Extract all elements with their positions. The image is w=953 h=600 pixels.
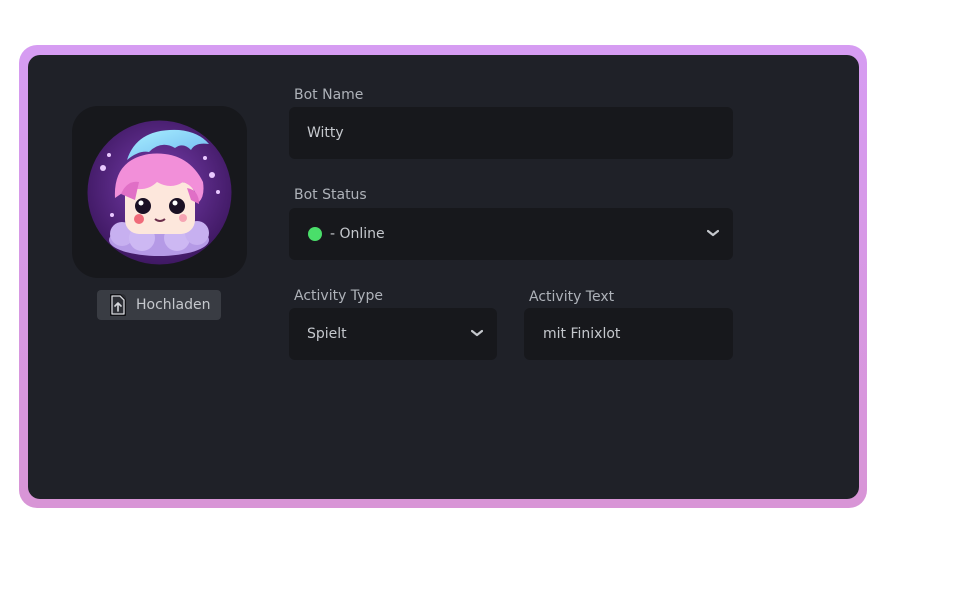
activity-text-label: Activity Text bbox=[529, 289, 615, 305]
status-dot-icon bbox=[308, 227, 322, 241]
bot-name-label: Bot Name bbox=[294, 87, 364, 103]
chevron-down-icon bbox=[707, 229, 719, 237]
chevron-down-icon bbox=[471, 329, 483, 337]
bot-status-select[interactable]: - Online bbox=[289, 208, 733, 260]
settings-card-frame: Hochladen Bot Name Witty Bot Status - On… bbox=[19, 45, 867, 508]
bot-name-value: Witty bbox=[307, 125, 344, 141]
activity-text-input[interactable]: mit Finixlot bbox=[524, 308, 733, 360]
activity-text-value: mit Finixlot bbox=[543, 326, 621, 342]
activity-type-label: Activity Type bbox=[294, 288, 383, 304]
bot-name-input[interactable]: Witty bbox=[289, 107, 733, 159]
bot-avatar bbox=[87, 120, 232, 265]
upload-avatar-button[interactable]: Hochladen bbox=[97, 290, 221, 320]
avatar-container bbox=[72, 106, 247, 278]
activity-type-select[interactable]: Spielt bbox=[289, 308, 497, 360]
bot-status-value: - Online bbox=[330, 226, 385, 242]
activity-type-value: Spielt bbox=[307, 326, 347, 342]
bot-settings-panel: Hochladen Bot Name Witty Bot Status - On… bbox=[28, 55, 859, 499]
bot-status-label: Bot Status bbox=[294, 187, 367, 203]
upload-button-label: Hochladen bbox=[136, 297, 211, 313]
file-upload-icon bbox=[108, 294, 128, 316]
